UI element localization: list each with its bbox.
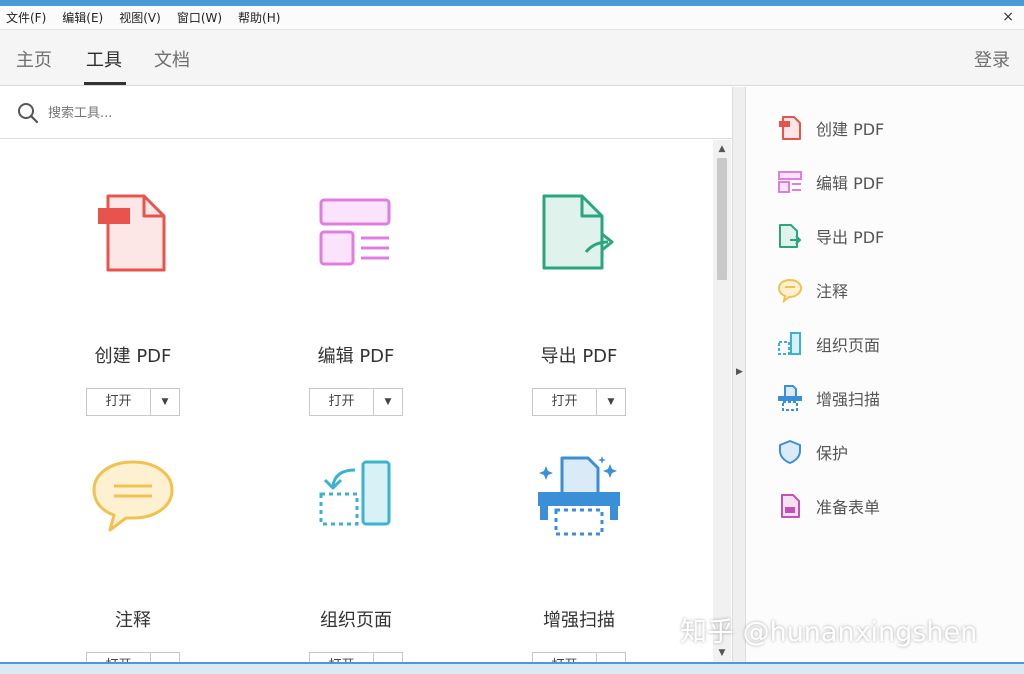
tab-home[interactable]: 主页: [16, 46, 52, 72]
search-input[interactable]: [48, 101, 448, 125]
sidebar-item-export-pdf[interactable]: 导出 PDF: [776, 222, 884, 250]
sidebar-item-organize-pages[interactable]: 组织页面: [776, 330, 880, 358]
sidebar-item-comment[interactable]: 注释: [776, 276, 848, 304]
shield-icon: [776, 438, 804, 466]
tab-tools[interactable]: 工具: [86, 46, 122, 72]
export-pdf-icon[interactable]: [534, 190, 624, 280]
close-icon[interactable]: ×: [1002, 9, 1014, 25]
sidebar-item-label: 导出 PDF: [816, 228, 885, 247]
chevron-down-icon[interactable]: ▼: [597, 389, 625, 415]
open-button-label[interactable]: 打开: [310, 653, 374, 662]
open-button: 打开 ▼: [532, 388, 626, 416]
chevron-right-icon[interactable]: ▶: [736, 367, 743, 377]
open-button: 打开 ▼: [86, 388, 180, 416]
tool-card-edit-pdf: 编辑 PDF 打开 ▼: [276, 190, 436, 420]
create-pdf-icon[interactable]: [88, 190, 178, 280]
tool-card-comment: 注释 打开 ▼: [53, 454, 213, 662]
comment-icon[interactable]: [88, 454, 178, 544]
panel-divider[interactable]: ▶: [732, 87, 746, 662]
tool-label: 编辑 PDF: [317, 346, 395, 367]
right-panel: 创建 PDF 编辑 PDF 导出 PDF 注释 组织页面 增强扫描 保护 准备表…: [746, 87, 1024, 662]
scrollbar[interactable]: ▲ ▼: [713, 140, 731, 662]
menu-window[interactable]: 窗口(W): [177, 9, 222, 26]
chevron-down-icon[interactable]: ▼: [151, 653, 179, 662]
sidebar-item-label: 创建 PDF: [816, 120, 885, 139]
sidebar-item-prepare-form[interactable]: 准备表单: [776, 492, 880, 520]
tool-label: 导出 PDF: [540, 346, 618, 367]
chevron-down-icon[interactable]: ▼: [374, 653, 402, 662]
open-button-label[interactable]: 打开: [310, 389, 374, 415]
sidebar-item-protect[interactable]: 保护: [776, 438, 848, 466]
watermark: 知乎 @hunanxingshen: [680, 617, 978, 648]
window-bottom-border: [0, 662, 1024, 674]
tool-card-create-pdf: 创建 PDF 打开 ▼: [53, 190, 213, 420]
tool-card-organize-pages: 组织页面 打开 ▼: [276, 454, 436, 662]
prepare-form-icon: [776, 492, 804, 520]
menu-edit[interactable]: 编辑(E): [62, 9, 103, 26]
tab-documents[interactable]: 文档: [154, 46, 190, 72]
open-button-label[interactable]: 打开: [87, 389, 151, 415]
menu-bar: 文件(F) 编辑(E) 视图(V) 窗口(W) 帮助(H) ×: [0, 6, 1024, 30]
login-button[interactable]: 登录: [974, 46, 1010, 72]
open-button-label[interactable]: 打开: [533, 389, 597, 415]
open-button-label[interactable]: 打开: [533, 653, 597, 662]
chevron-down-icon[interactable]: ▼: [597, 653, 625, 662]
sidebar-item-label: 注释: [816, 282, 849, 301]
search-icon[interactable]: [16, 101, 40, 129]
open-button: 打开 ▼: [86, 652, 180, 662]
menu-view[interactable]: 视图(V): [119, 9, 161, 26]
sidebar-item-label: 组织页面: [816, 336, 881, 355]
create-pdf-icon: [776, 114, 804, 142]
tool-card-enhance-scan: 增强扫描 打开 ▼: [499, 454, 659, 662]
tool-card-export-pdf: 导出 PDF 打开 ▼: [499, 190, 659, 420]
open-button-label[interactable]: 打开: [87, 653, 151, 662]
chevron-down-icon[interactable]: ▼: [374, 389, 402, 415]
tool-label: 创建 PDF: [94, 346, 172, 367]
sidebar-item-label: 增强扫描: [816, 390, 881, 409]
sidebar-item-label: 保护: [816, 444, 849, 463]
sidebar-item-edit-pdf[interactable]: 编辑 PDF: [776, 168, 884, 196]
open-button: 打开 ▼: [309, 388, 403, 416]
tool-label: 组织页面: [320, 610, 392, 631]
menu-help[interactable]: 帮助(H): [238, 9, 280, 26]
active-tab-indicator: [84, 82, 126, 85]
tab-bar: 主页 工具 文档 登录: [0, 30, 1024, 86]
menu-file[interactable]: 文件(F): [6, 9, 46, 26]
sidebar-item-create-pdf[interactable]: 创建 PDF: [776, 114, 884, 142]
tool-label: 注释: [115, 610, 151, 631]
open-button: 打开 ▼: [532, 652, 626, 662]
edit-pdf-icon[interactable]: [311, 190, 401, 280]
sidebar-item-label: 编辑 PDF: [816, 174, 885, 193]
sidebar-item-enhance-scan[interactable]: 增强扫描: [776, 384, 880, 412]
open-button: 打开 ▼: [309, 652, 403, 662]
chevron-down-icon[interactable]: ▼: [151, 389, 179, 415]
enhance-scan-icon: [776, 384, 804, 412]
organize-pages-icon[interactable]: [311, 454, 401, 544]
enhance-scan-icon[interactable]: [534, 454, 624, 544]
export-pdf-icon: [776, 222, 804, 250]
sidebar-item-label: 准备表单: [816, 498, 881, 517]
tools-grid: 创建 PDF 打开 ▼ 编辑 PDF 打开 ▼ 导出 PDF 打开 ▼ 注释 组…: [0, 140, 712, 662]
scroll-thumb[interactable]: [717, 158, 727, 280]
comment-icon: [776, 276, 804, 304]
edit-pdf-icon: [776, 168, 804, 196]
tool-label: 增强扫描: [543, 610, 615, 631]
scroll-up-icon[interactable]: ▲: [713, 140, 731, 158]
search-bar: [0, 87, 732, 139]
organize-pages-icon: [776, 330, 804, 358]
